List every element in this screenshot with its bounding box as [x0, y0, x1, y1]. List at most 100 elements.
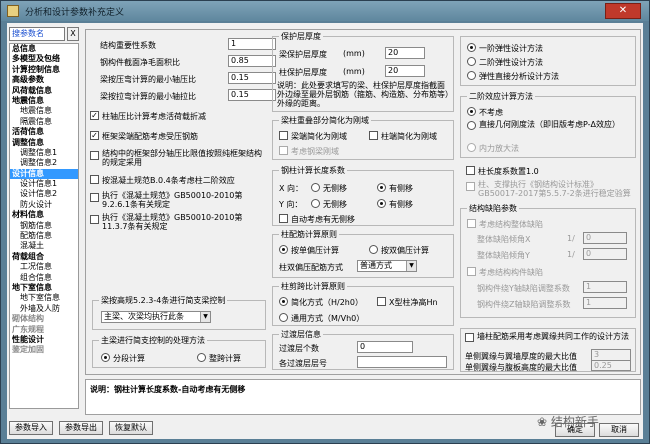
tree-item[interactable]: 地下室信息 [10, 293, 78, 303]
wall-flange-checkbox[interactable] [465, 333, 474, 342]
transfer-floors-label: 各过渡层层号 [279, 359, 327, 368]
biaxial-radio[interactable] [369, 245, 378, 254]
tree-item[interactable]: 计算控制信息 [10, 65, 78, 75]
auto-sway-checkbox[interactable] [279, 214, 288, 223]
live-load-reduction-checkbox[interactable]: ✓ [90, 111, 99, 120]
title-bar[interactable]: 分析和设计参数补充定义 ✕ [1, 1, 649, 21]
flange-ratio-1-label: 单侧翼缘与翼墙厚度的最大比值 [465, 352, 577, 361]
tree-item[interactable]: 地震信息 [10, 106, 78, 116]
reset-button[interactable]: 恢复默认 [109, 421, 153, 435]
geometric-stiffness-radio[interactable] [467, 121, 476, 130]
tree-item[interactable]: 性能设计 [10, 335, 78, 345]
code-1137-checkbox[interactable] [90, 215, 99, 224]
compression-rebar-checkbox[interactable]: ✓ [90, 131, 99, 140]
code-9261-checkbox[interactable] [90, 193, 99, 202]
search-clear-button[interactable]: X [67, 27, 79, 41]
y-nosway-radio[interactable] [311, 199, 320, 208]
transfer-floors-input[interactable] [357, 356, 447, 368]
col-cover-unit: (mm) [343, 67, 365, 76]
beam-cover-input[interactable]: 20 [385, 47, 425, 59]
tree-item[interactable]: 防火设计 [10, 200, 78, 210]
export-button[interactable]: 参数导出 [59, 421, 103, 435]
col-length-factor-checkbox[interactable] [466, 166, 475, 175]
global-defect-x-input[interactable]: 0 [583, 232, 627, 244]
tree-item[interactable]: 设计信息2 [10, 189, 78, 199]
column-rebar-group: 柱配筋计算原则 按单偏压计算 按双偏压计算 柱双偏压配筋方式 普通方式 ▼ [272, 229, 454, 278]
tree-item[interactable]: 荷载组合 [10, 252, 78, 262]
second-order-column-checkbox[interactable] [90, 175, 99, 184]
biaxial-method-value: 普通方式 [360, 261, 392, 270]
flange-ratio-2-input[interactable]: 0.25 [591, 360, 631, 371]
second-order-label: 二阶弹性设计方法 [479, 58, 543, 67]
category-tree[interactable]: 总信息 多模型及包络 计算控制信息 高级参数 风荷载信息 地震信息 地震信息 隔震信息 活荷信息… [9, 43, 79, 409]
tree-item[interactable]: 设计信息1 [10, 179, 78, 189]
steel-stability-checkbox[interactable] [466, 182, 475, 191]
y-sway-radio[interactable] [377, 199, 386, 208]
full-span-calc-radio[interactable] [197, 353, 206, 362]
tree-item[interactable]: 风荷载信息 [10, 86, 78, 96]
tree-item[interactable]: 砌体结构 [10, 314, 78, 324]
cancel-button[interactable]: 取消 [599, 423, 639, 437]
col-cover-input[interactable]: 20 [385, 65, 425, 77]
force-amplify-radio[interactable] [467, 143, 476, 152]
tree-item[interactable]: 调整信息 [10, 138, 78, 148]
global-defect-checkbox[interactable] [467, 219, 476, 228]
global-defect-y-input[interactable]: 0 [583, 248, 627, 260]
beam-compress-ratio-input[interactable]: 0.15 [228, 72, 276, 84]
tree-item[interactable]: 工况信息 [10, 262, 78, 272]
simple-beam-select[interactable]: 主梁、次梁均执行此条 ▼ [101, 311, 211, 323]
beam-rigid-zone-checkbox[interactable] [279, 131, 288, 140]
tree-item[interactable]: 调整信息1 [10, 148, 78, 158]
segment-calc-radio[interactable] [101, 353, 110, 362]
frame-ratio-limit-checkbox[interactable] [90, 151, 99, 160]
second-order-radio[interactable] [467, 57, 476, 66]
steel-rigid-zone-checkbox[interactable] [279, 146, 288, 155]
force-amplify-label: 内力放大法 [479, 144, 519, 153]
member-defect-y-input[interactable]: 1 [583, 281, 627, 293]
search-input[interactable]: 搜参数名 [9, 27, 65, 41]
tree-item[interactable]: 配筋信息 [10, 231, 78, 241]
direct-analysis-radio[interactable] [467, 71, 476, 80]
simplified-radio[interactable] [279, 297, 288, 306]
tree-item[interactable]: 活荷信息 [10, 127, 78, 137]
x-column-checkbox[interactable] [377, 297, 386, 306]
tree-item[interactable]: 总信息 [10, 44, 78, 54]
x-nosway-radio[interactable] [311, 183, 320, 192]
y-nosway-label: 无侧移 [323, 200, 347, 209]
uniaxial-radio[interactable] [279, 245, 288, 254]
x-sway-radio[interactable] [377, 183, 386, 192]
tree-item[interactable]: 地下室信息 [10, 283, 78, 293]
no-second-order-radio[interactable] [467, 107, 476, 116]
tree-item[interactable]: 高级参数 [10, 75, 78, 85]
general-radio[interactable] [279, 313, 288, 322]
biaxial-method-select[interactable]: 普通方式 ▼ [357, 260, 417, 272]
member-defect-checkbox[interactable] [467, 267, 476, 276]
tree-item[interactable]: 广东规程 [10, 325, 78, 335]
tree-item[interactable]: 混凝土 [10, 241, 78, 251]
member-defect-z-input[interactable]: 1 [583, 297, 627, 309]
wall-flange-group: 墙柱配筋采用考虑翼缘共同工作的设计方法 单侧翼缘与翼墙厚度的最大比值 3 单侧翼… [460, 328, 636, 372]
first-order-radio[interactable] [467, 43, 476, 52]
tree-item[interactable]: 隔震信息 [10, 117, 78, 127]
tree-item[interactable]: 设计信息 [10, 168, 78, 180]
col-cover-label: 柱保护层厚度 [279, 68, 327, 77]
import-button[interactable]: 参数导入 [9, 421, 53, 435]
watermark: ❀ 结构新手 [537, 413, 599, 430]
transfer-count-input[interactable]: 0 [357, 341, 413, 353]
tree-item[interactable]: 外墙及人防 [10, 304, 78, 314]
tree-item[interactable]: 材料信息 [10, 210, 78, 220]
col-rigid-zone-checkbox[interactable] [369, 131, 378, 140]
importance-factor-input[interactable]: 1 [228, 38, 276, 50]
tree-item[interactable]: 调整信息2 [10, 158, 78, 168]
tree-item[interactable]: 多模型及包络 [10, 54, 78, 64]
shear-span-group: 柱剪跨比计算原则 简化方式（H/2h0） X型柱净高Hn 通用方式（M/Vh0） [272, 281, 454, 326]
tree-item[interactable]: 钢筋信息 [10, 221, 78, 231]
tree-item[interactable]: 地震信息 [10, 96, 78, 106]
net-gross-ratio-input[interactable]: 0.85 [228, 55, 276, 67]
simple-beam-title: 梁按高规5.2.3-4条进行简支梁控制 [99, 295, 228, 306]
beam-rigid-zone-label: 梁端简化为刚域 [291, 132, 347, 141]
beam-tension-ratio-input[interactable]: 0.15 [228, 89, 276, 101]
tree-item[interactable]: 鉴定加固 [10, 345, 78, 355]
tree-item[interactable]: 组合信息 [10, 273, 78, 283]
close-button[interactable]: ✕ [605, 3, 641, 19]
